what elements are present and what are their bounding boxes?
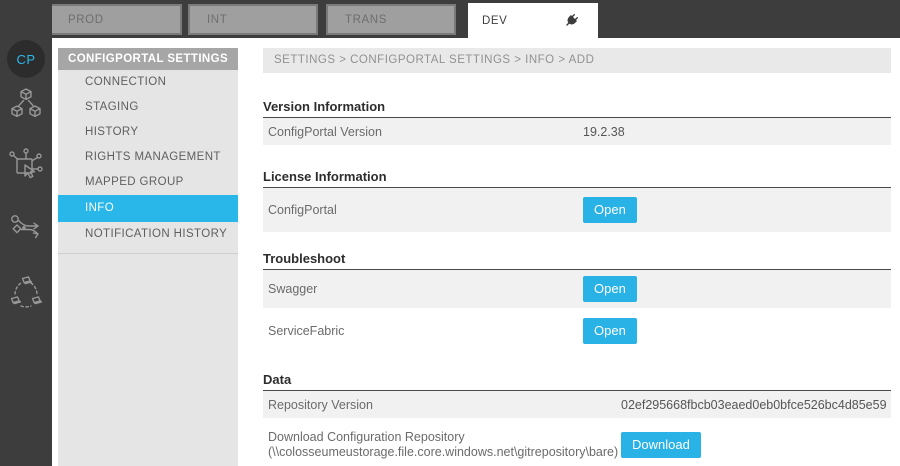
section-data: Data Repository Version 02ef295668fbcb03… [263, 372, 891, 466]
row-servicefabric: ServiceFabric Open [263, 312, 891, 350]
cluster-icon[interactable] [8, 274, 44, 310]
nav-item-info[interactable]: INFO [58, 195, 238, 222]
row-swagger: Swagger Open [263, 270, 891, 308]
cubes-icon[interactable] [8, 86, 44, 122]
tab-dev-label: DEV [482, 14, 508, 27]
open-servicefabric-button[interactable]: Open [583, 318, 637, 344]
tab-trans[interactable]: TRANS [326, 4, 456, 35]
app-sidebar: CP [0, 0, 52, 466]
row-label: Repository Version [268, 397, 373, 412]
repository-version-value: 02ef295668fbcb03eaed0eb0bfce526bc4d85e59 [621, 397, 887, 412]
configportal-app: PROD INT TRANS DEV CP CONFIGPORTAL SETTI… [0, 0, 900, 466]
section-title: Troubleshoot [263, 251, 891, 270]
section-title: License Information [263, 169, 891, 188]
configportal-version-value: 19.2.38 [583, 124, 625, 139]
nav-item-notification-history[interactable]: NOTIFICATION HISTORY [58, 222, 238, 247]
open-swagger-button[interactable]: Open [583, 276, 637, 302]
section-version-information: Version Information ConfigPortal Version… [263, 99, 891, 145]
row-label: ConfigPortal [268, 203, 337, 217]
main-content: SETTINGS > CONFIGPORTAL SETTINGS > INFO … [263, 38, 891, 466]
breadcrumb: SETTINGS > CONFIGPORTAL SETTINGS > INFO … [263, 48, 891, 73]
workflow-icon[interactable] [8, 210, 44, 246]
open-license-button[interactable]: Open [583, 197, 637, 223]
nav-header: CONFIGPORTAL SETTINGS [58, 48, 238, 70]
tab-int-label: INT [207, 13, 228, 26]
tab-prod-label: PROD [68, 13, 104, 26]
touch-network-icon[interactable] [8, 148, 44, 184]
nav-item-staging[interactable]: STAGING [58, 95, 238, 120]
nav-item-history[interactable]: HISTORY [58, 120, 238, 145]
tab-trans-label: TRANS [345, 13, 387, 26]
nav-item-mapped-group[interactable]: MAPPED GROUP [58, 170, 238, 195]
section-license-information: License Information ConfigPortal Open [263, 169, 891, 232]
avatar[interactable]: CP [7, 40, 45, 78]
tab-prod[interactable]: PROD [49, 4, 182, 35]
row-label: ConfigPortal Version [268, 124, 382, 139]
section-title: Data [263, 372, 891, 391]
row-configportal-version: ConfigPortal Version 19.2.38 [263, 118, 891, 145]
download-repo-path: (\\colosseumeustorage.file.core.windows.… [268, 445, 619, 459]
environment-tab-bar: PROD INT TRANS DEV [0, 0, 900, 38]
row-configportal-license: ConfigPortal Open [263, 188, 891, 232]
tab-int[interactable]: INT [188, 4, 318, 35]
row-label: ServiceFabric [268, 324, 345, 338]
nav-item-rights-management[interactable]: RIGHTS MANAGEMENT [58, 145, 238, 170]
nav-separator [58, 253, 238, 254]
plug-icon [563, 12, 580, 29]
row-download-repository: Download Configuration Repository (\\col… [263, 422, 891, 466]
settings-nav-panel: CONFIGPORTAL SETTINGS CONNECTION STAGING… [58, 48, 238, 466]
row-label: Download Configuration Repository (\\col… [268, 430, 621, 460]
nav-item-connection[interactable]: CONNECTION [58, 70, 238, 95]
tab-dev[interactable]: DEV [468, 3, 598, 38]
section-troubleshoot: Troubleshoot Swagger Open ServiceFabric … [263, 251, 891, 350]
download-repository-button[interactable]: Download [621, 432, 701, 458]
row-label: Swagger [268, 282, 318, 296]
section-title: Version Information [263, 99, 891, 118]
download-repo-label: Download Configuration Repository [268, 430, 465, 444]
row-repository-version: Repository Version 02ef295668fbcb03eaed0… [263, 391, 891, 418]
